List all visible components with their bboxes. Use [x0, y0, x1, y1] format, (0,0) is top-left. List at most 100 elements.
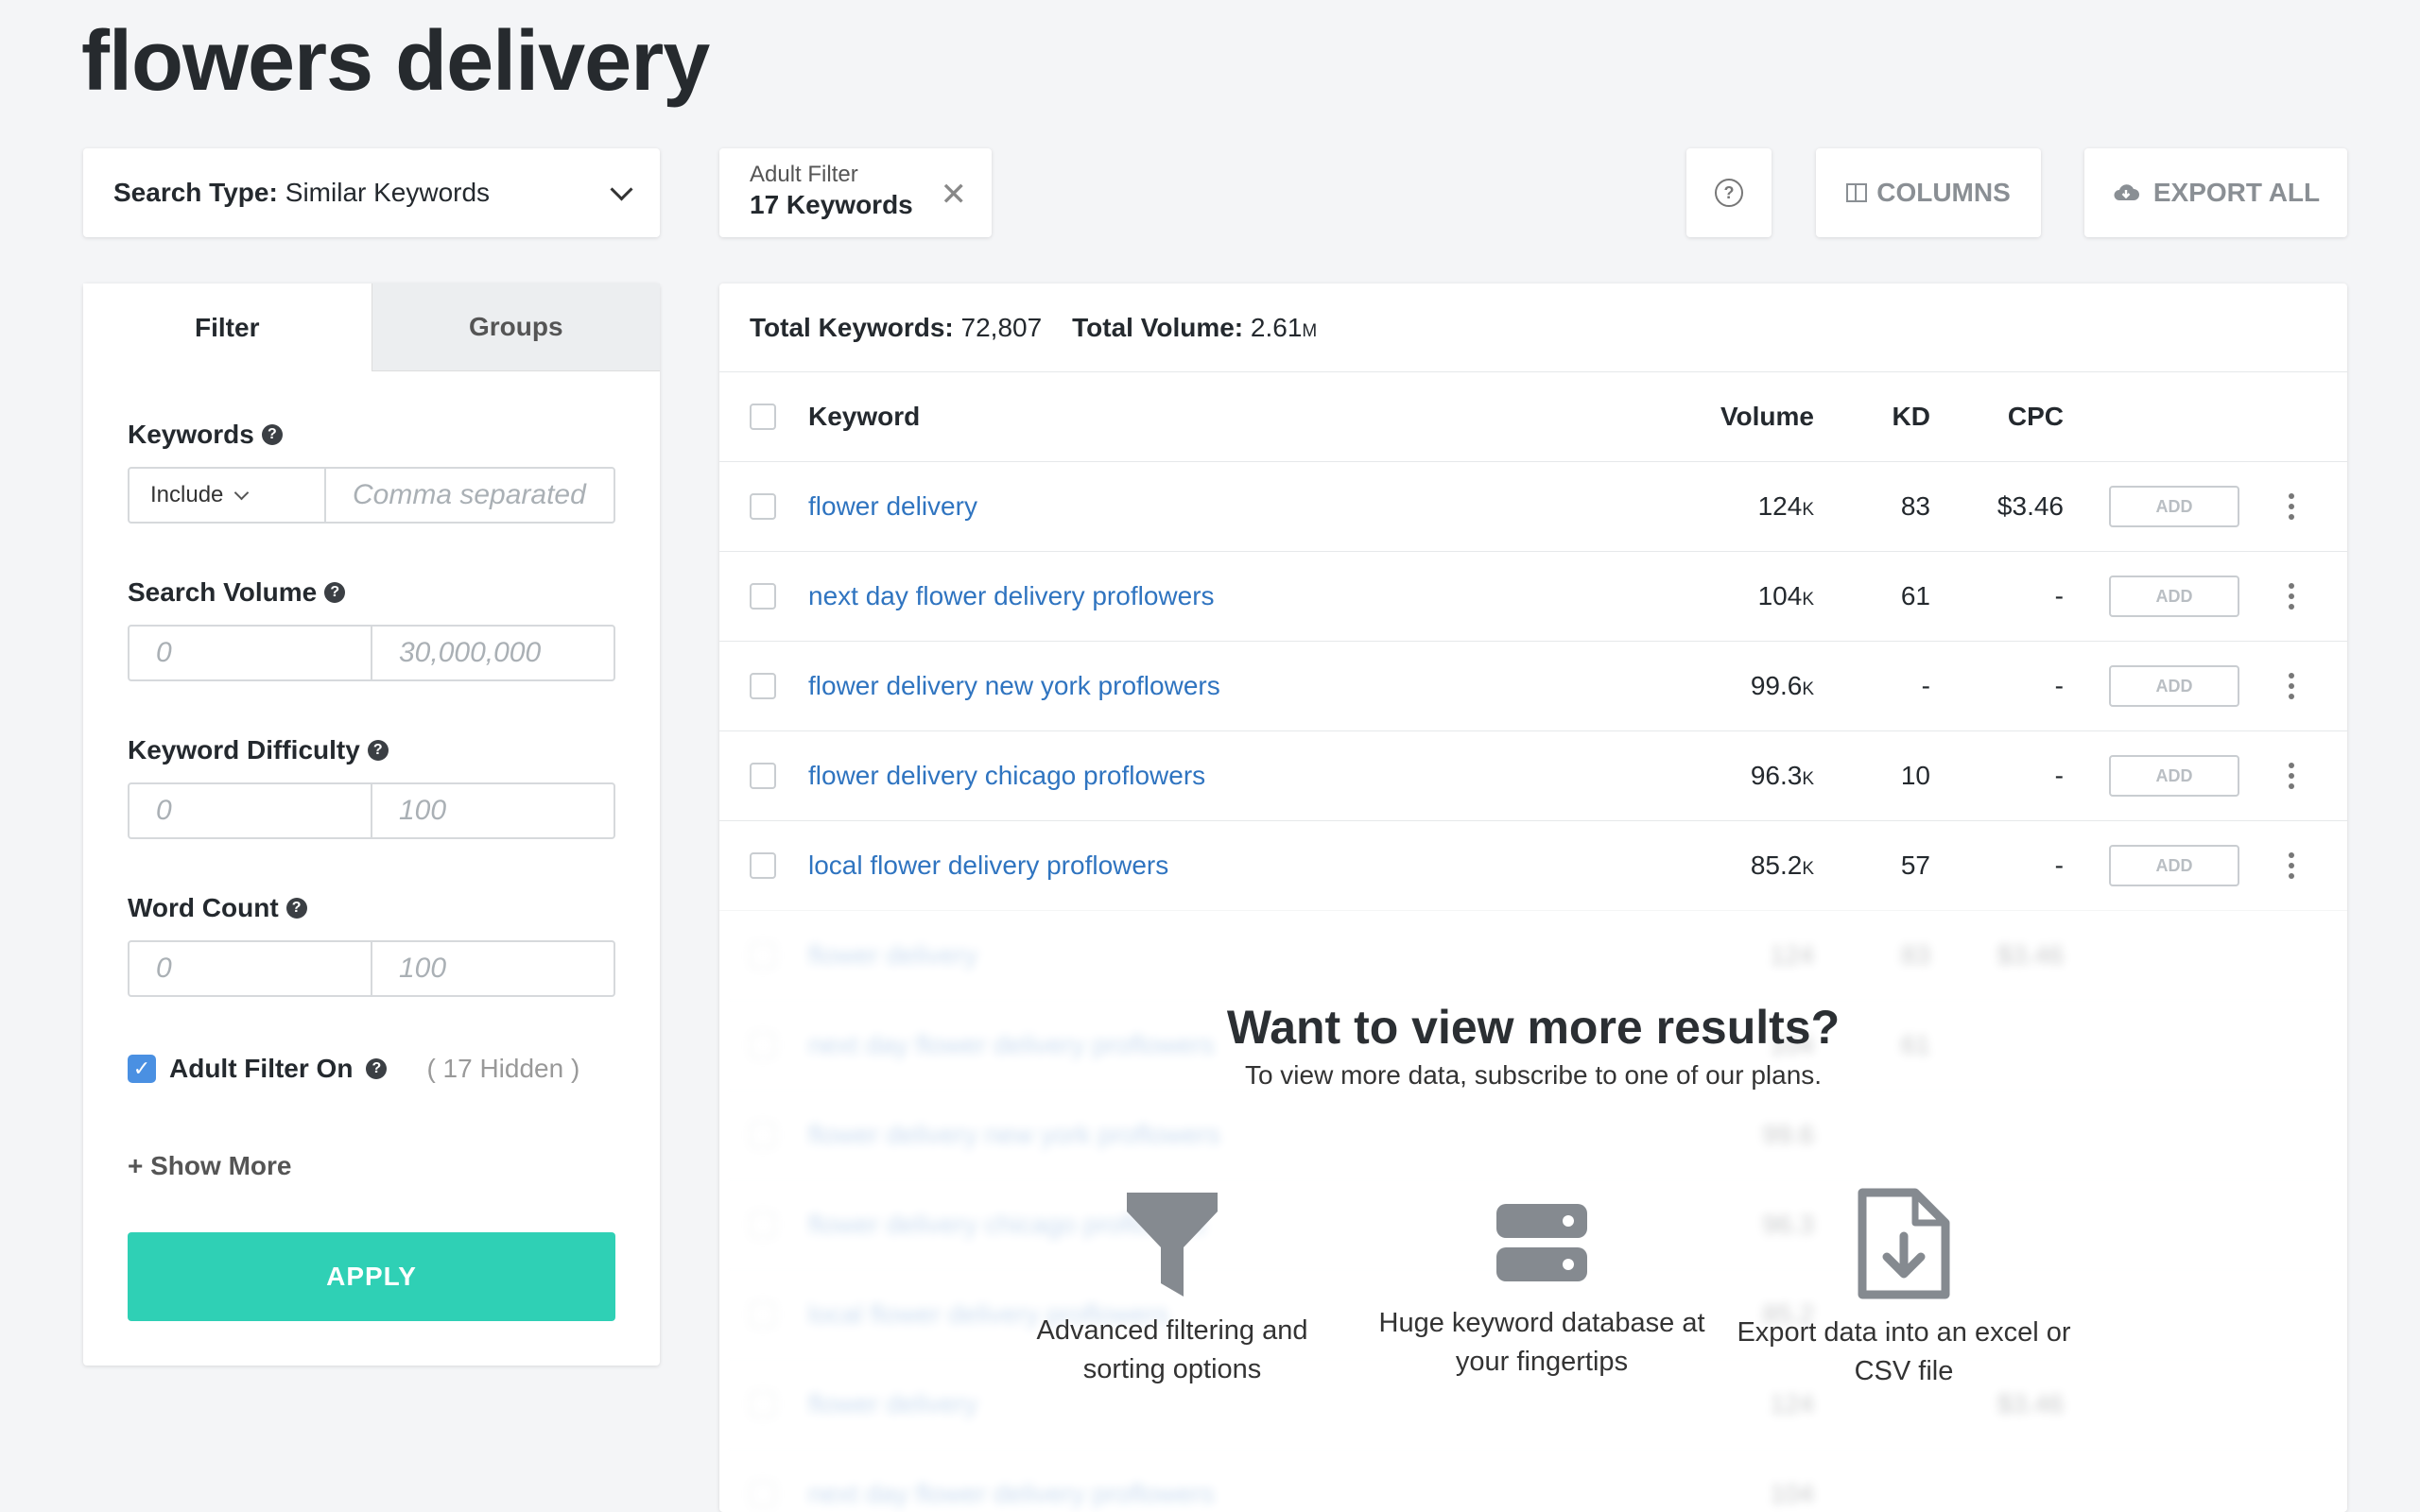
search-volume-max-input[interactable]: 30,000,000 [371, 627, 614, 679]
cpc-cell: - [2054, 671, 2064, 700]
adult-filter-toggle[interactable]: ✓ Adult Filter On ? ( 17 Hidden ) [128, 1054, 579, 1084]
feature-database: Huge keyword database at your fingertips [1362, 1198, 1721, 1382]
keyword-link[interactable]: flower delivery new york proflowers [808, 671, 1220, 701]
help-button[interactable]: ? [1686, 148, 1772, 237]
keyword-difficulty-label: Keyword Difficulty [128, 735, 360, 765]
row-checkbox[interactable] [750, 852, 776, 879]
search-volume-filter: Search Volume ? 0 30,000,000 [128, 577, 615, 681]
adult-filter-chip-label: Adult Filter [750, 162, 858, 187]
add-button[interactable]: ADD [2109, 486, 2239, 527]
volume-cell: 99.6K [1750, 671, 1814, 700]
feature-filtering: Advanced filtering and sorting options [993, 1191, 1352, 1389]
help-icon[interactable]: ? [285, 898, 307, 919]
more-options-icon[interactable] [2289, 673, 2294, 699]
include-select-value: Include [150, 482, 224, 507]
add-button[interactable]: ADD [2109, 755, 2239, 797]
kd-cell: 83 [1900, 491, 1930, 521]
cpc-cell: - [2054, 761, 2064, 790]
row-checkbox[interactable] [750, 763, 776, 789]
file-download-icon [1858, 1188, 1950, 1299]
chevron-down-icon [234, 485, 250, 500]
question-icon: ? [1715, 179, 1743, 207]
include-select[interactable]: Include [130, 469, 324, 522]
kd-cell: 57 [1900, 850, 1930, 880]
filter-panel: Filter Groups Keywords ? Include Comma s… [83, 284, 660, 1366]
keyword-difficulty-min-input[interactable]: 0 [130, 784, 371, 837]
adult-filter-checkbox[interactable]: ✓ [128, 1055, 156, 1083]
keywords-filter: Keywords ? Include Comma separated [128, 420, 615, 524]
keyword-difficulty-filter: Keyword Difficulty ? 0 100 [128, 735, 615, 839]
results-panel: Total Keywords: 72,807 Total Volume: 2.6… [719, 284, 2347, 1512]
columns-label: COLUMNS [1876, 178, 2011, 207]
keyword-link[interactable]: flower delivery [808, 491, 977, 522]
search-volume-min-input[interactable]: 0 [130, 627, 371, 679]
help-icon[interactable]: ? [261, 424, 283, 445]
columns-button[interactable]: COLUMNS [1816, 148, 2041, 237]
table-row: local flower delivery proflowers 85.2K 5… [719, 821, 2347, 911]
filter-tabs: Filter Groups [83, 284, 660, 371]
keyword-link[interactable]: next day flower delivery proflowers [808, 581, 1215, 611]
help-icon[interactable]: ? [367, 740, 389, 761]
cpc-cell: - [2054, 850, 2064, 880]
show-more-link[interactable]: + Show More [128, 1151, 291, 1181]
word-count-max-input[interactable]: 100 [371, 942, 614, 995]
cloud-download-icon [2114, 184, 2139, 200]
kd-cell: 61 [1900, 581, 1930, 610]
more-options-icon[interactable] [2289, 763, 2294, 789]
row-checkbox[interactable] [750, 673, 776, 699]
row-checkbox[interactable] [750, 583, 776, 610]
help-icon[interactable]: ? [366, 1058, 388, 1079]
total-volume-unit: M [1302, 320, 1318, 341]
volume-cell: 96.3K [1750, 761, 1814, 790]
column-keyword[interactable]: Keyword [808, 402, 920, 432]
close-icon[interactable]: ✕ [941, 179, 968, 211]
volume-cell: 104K [1757, 581, 1814, 610]
export-all-button[interactable]: EXPORT ALL [2084, 148, 2347, 237]
help-icon[interactable]: ? [324, 582, 346, 603]
table-header: Keyword Volume KD CPC [719, 372, 2347, 462]
chevron-down-icon [610, 177, 633, 201]
apply-button[interactable]: APPLY [128, 1232, 615, 1321]
feature-text: Export data into an excel or CSV file [1737, 1317, 2071, 1386]
hidden-count: ( 17 Hidden ) [426, 1054, 580, 1083]
export-all-label: EXPORT ALL [2152, 178, 2321, 207]
total-keywords-value: 72,807 [960, 312, 1043, 342]
row-checkbox[interactable] [750, 493, 776, 520]
word-count-min-input[interactable]: 0 [130, 942, 371, 995]
keyword-difficulty-max-input[interactable]: 100 [371, 784, 614, 837]
result-rows: flower delivery 124K 83 $3.46 ADD next d… [719, 462, 2347, 911]
search-type-dropdown[interactable]: Search Type: Similar Keywords [83, 148, 660, 237]
volume-cell: 124K [1757, 491, 1814, 521]
column-kd[interactable]: KD [1893, 402, 1930, 432]
column-cpc[interactable]: CPC [2008, 402, 2064, 432]
kd-cell: 10 [1900, 761, 1930, 790]
total-volume-label: Total Volume: [1072, 312, 1244, 342]
word-count-filter: Word Count ? 0 100 [128, 893, 615, 997]
search-type-label: Search Type: [113, 178, 278, 207]
keyword-link[interactable]: local flower delivery proflowers [808, 850, 1168, 881]
adult-filter-chip: Adult Filter 17 Keywords ✕ [719, 148, 992, 237]
cpc-cell: - [2054, 581, 2064, 610]
more-options-icon[interactable] [2289, 852, 2294, 879]
add-button[interactable]: ADD [2109, 576, 2239, 617]
totals-bar: Total Keywords: 72,807 Total Volume: 2.6… [719, 284, 2347, 372]
keywords-input[interactable]: Comma separated [324, 469, 614, 522]
add-button[interactable]: ADD [2109, 665, 2239, 707]
funnel-icon [1127, 1193, 1218, 1297]
more-options-icon[interactable] [2289, 493, 2294, 520]
tab-filter[interactable]: Filter [83, 284, 372, 371]
page-title: flowers delivery [81, 14, 710, 109]
total-volume-value: 2.61 [1250, 312, 1303, 342]
volume-cell: 85.2K [1750, 850, 1814, 880]
table-row: flower delivery chicago proflowers 96.3K… [719, 731, 2347, 821]
more-options-icon[interactable] [2289, 583, 2294, 610]
column-volume[interactable]: Volume [1720, 402, 1814, 432]
table-row: next day flower delivery proflowers 104K… [719, 552, 2347, 642]
tab-groups[interactable]: Groups [371, 284, 660, 371]
add-button[interactable]: ADD [2109, 845, 2239, 886]
keywords-label: Keywords [128, 420, 254, 449]
keyword-link[interactable]: flower delivery chicago proflowers [808, 761, 1205, 791]
feature-text: Huge keyword database at your fingertips [1378, 1308, 1705, 1377]
select-all-checkbox[interactable] [750, 404, 776, 430]
table-row: flower delivery 124K 83 $3.46 ADD [719, 462, 2347, 552]
